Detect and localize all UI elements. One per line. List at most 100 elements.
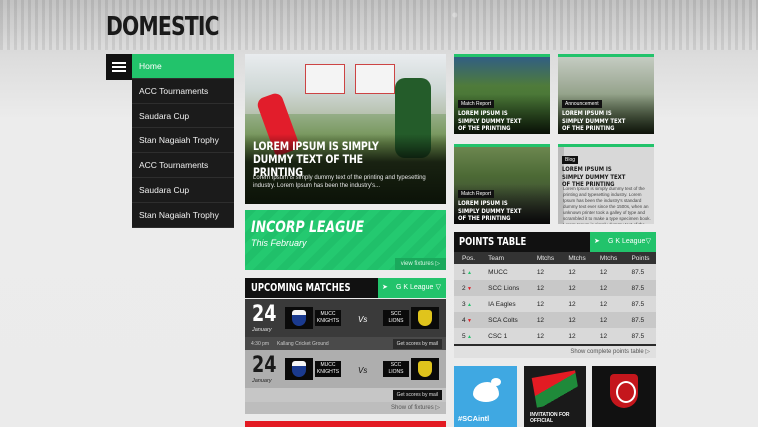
points-table-title: POINTS TABLE	[459, 236, 527, 248]
column-header: Mtchs	[560, 252, 592, 264]
matches-cell-text: 12	[599, 300, 608, 308]
matches-cell: 12	[528, 280, 561, 296]
news-tag: Match Report	[458, 190, 495, 198]
show-points-table-link[interactable]: Show complete points table ▷	[454, 346, 656, 358]
column-header: Points	[623, 252, 656, 264]
news-title[interactable]: LOREM IPSUM IS SIMPLY DUMMY TEXT OF THE …	[562, 109, 634, 133]
match-info-bar: 4:30 pm Kallang Cricket Ground Get score…	[245, 337, 446, 351]
matches-cell: 12	[591, 264, 624, 280]
points-cell-text: 87.5	[631, 268, 645, 276]
hero-feature[interactable]: LOREM IPSUM IS SIMPLY DUMMY TEXT OF THE …	[245, 54, 446, 204]
team-cell-text: SCA Colts	[488, 316, 518, 324]
news-tag: Match Report	[458, 100, 495, 108]
team-name: MUCC KNIGHTS	[315, 310, 341, 326]
matches-cell: 12	[528, 296, 561, 312]
league-select[interactable]: ➤ G K League ▽	[378, 278, 446, 298]
league-name: INCORP LEAGUE	[251, 217, 365, 236]
match-time: 4:30 pm	[251, 341, 270, 347]
points-cell: 87.5	[623, 296, 656, 312]
sidebar-item-acc-tournaments[interactable]: ACC Tournaments	[132, 153, 234, 178]
team-name: MUCC KNIGHTS	[315, 361, 341, 377]
standings-table: Pos. Team Mtchs Mtchs Mtchs Points 1 ▲ MU…	[454, 252, 656, 344]
match-card[interactable]: 24 January MUCC KNIGHTS Vs SCC LIONS Get…	[245, 350, 446, 402]
position-cell: 2 ▼	[454, 280, 481, 296]
matches-cell-text: 12	[536, 300, 545, 308]
upcoming-matches-title: UPCOMING MATCHES	[251, 282, 351, 294]
team-cell-text: MUCC	[488, 268, 508, 276]
matches-cell: 12	[560, 296, 592, 312]
table-row[interactable]: 5 ▲ CSC 1 12 12 12 87.5	[454, 328, 656, 344]
league-select-label: G K League	[608, 238, 646, 245]
match-card[interactable]: 24 January MUCC KNIGHTS Vs SCC LIONS 4:3…	[245, 299, 446, 351]
news-card[interactable]: Match Report LOREM IPSUM IS SIMPLY DUMMY…	[454, 54, 550, 134]
column-header: Mtchs	[591, 252, 624, 264]
points-cell-text: 87.5	[631, 284, 645, 292]
pin-icon: ➤	[382, 284, 388, 291]
matches-cell: 12	[528, 264, 561, 280]
sidebar-item-acc-tournaments[interactable]: ACC Tournaments	[132, 79, 234, 104]
sg-logo-tile[interactable]	[592, 366, 656, 427]
league-select[interactable]: ➤ G K League ▽	[590, 232, 656, 252]
matches-cell: 12	[591, 328, 624, 344]
get-scores-by-mail-button[interactable]: Get scores by mail	[392, 390, 442, 400]
sidebar-item-stan-nagaiah-trophy[interactable]: Stan Nagaiah Trophy	[132, 128, 234, 154]
table-row[interactable]: 2 ▼ SCC Lions 12 12 12 87.5	[454, 280, 656, 296]
team-logo	[411, 307, 439, 329]
matches-cell: 12	[560, 280, 592, 296]
matches-cell-text: 12	[536, 268, 545, 276]
team-logo	[285, 358, 313, 380]
matches-cell-text: 12	[568, 332, 576, 340]
points-cell: 87.5	[623, 328, 656, 344]
match-info-bar: Get scores by mail	[245, 388, 446, 402]
match-day: 24	[252, 353, 277, 378]
matches-cell: 12	[560, 328, 592, 344]
news-card[interactable]: Match Report LOREM IPSUM IS SIMPLY DUMMY…	[454, 144, 550, 224]
sidebar-item-saudara-cup[interactable]: Saudara Cup	[132, 178, 234, 203]
position-cell: 1 ▲	[454, 264, 481, 280]
chevron-down-icon: ▽	[435, 284, 441, 291]
red-section-bar	[245, 421, 446, 427]
sidebar-item-stan-nagaiah-trophy[interactable]: Stan Nagaiah Trophy	[132, 203, 234, 228]
points-cell-text: 87.5	[631, 332, 645, 340]
points-table: POINTS TABLE ➤ G K League ▽ Pos. Team Mt…	[454, 232, 656, 358]
incorp-league-banner[interactable]: INCORP LEAGUE This February view fixture…	[245, 210, 446, 270]
team-logo	[411, 358, 439, 380]
pin-icon: ➤	[594, 238, 600, 245]
show-fixtures-link[interactable]: Show of fixtures ▷	[245, 402, 446, 414]
news-card[interactable]: Announcement LOREM IPSUM IS SIMPLY DUMMY…	[558, 54, 654, 134]
matches-cell: 12	[591, 296, 624, 312]
position-cell: 5 ▲	[454, 328, 481, 344]
invitation-tile[interactable]: INVITATION FOR OFFICIAL	[524, 366, 586, 427]
news-tag: Announcement	[562, 100, 602, 108]
blog-card[interactable]: Blog LOREM IPSUM IS SIMPLY DUMMY TEXT OF…	[558, 144, 654, 224]
table-row[interactable]: 1 ▲ MUCC 12 12 12 87.5	[454, 264, 656, 280]
matches-cell: 12	[560, 264, 592, 280]
team-cell-text: IA Eagles	[488, 300, 516, 308]
match-venue: Kallang Cricket Ground	[277, 341, 329, 347]
team-cell: CSC 1	[480, 328, 529, 344]
column-header: Mtchs	[528, 252, 561, 264]
matches-cell-text: 12	[536, 284, 545, 292]
points-cell-text: 87.5	[631, 300, 645, 308]
league-date: This February	[251, 238, 307, 248]
trend-up-icon: ▲	[465, 301, 472, 308]
team-name: SCC LIONS	[383, 310, 409, 326]
view-fixtures-link[interactable]: view fixtures ▷	[394, 258, 446, 270]
points-cell: 87.5	[623, 280, 656, 296]
invitation-text: INVITATION FOR OFFICIAL	[530, 412, 570, 424]
news-title[interactable]: LOREM IPSUM IS SIMPLY DUMMY TEXT OF THE …	[458, 109, 530, 133]
match-day: 24	[252, 302, 277, 327]
table-row[interactable]: 3 ▲ IA Eagles 12 12 12 87.5	[454, 296, 656, 312]
sidebar-item-saudara-cup[interactable]: Saudara Cup	[132, 104, 234, 129]
get-scores-by-mail-button[interactable]: Get scores by mail	[392, 339, 442, 349]
trend-down-icon: ▼	[465, 317, 472, 324]
news-title[interactable]: LOREM IPSUM IS SIMPLY DUMMY TEXT OF THE …	[458, 199, 530, 223]
twitter-tile[interactable]: #SCAintl	[454, 366, 517, 427]
matches-cell: 12	[591, 312, 624, 328]
sidebar-item-home[interactable]: Home	[132, 54, 234, 79]
twitter-icon	[473, 378, 501, 402]
team-cell-text: SCC Lions	[488, 284, 520, 292]
table-row[interactable]: 4 ▼ SCA Colts 12 12 12 87.5	[454, 312, 656, 328]
hamburger-icon[interactable]	[106, 54, 132, 80]
trend-up-icon: ▲	[465, 333, 472, 340]
